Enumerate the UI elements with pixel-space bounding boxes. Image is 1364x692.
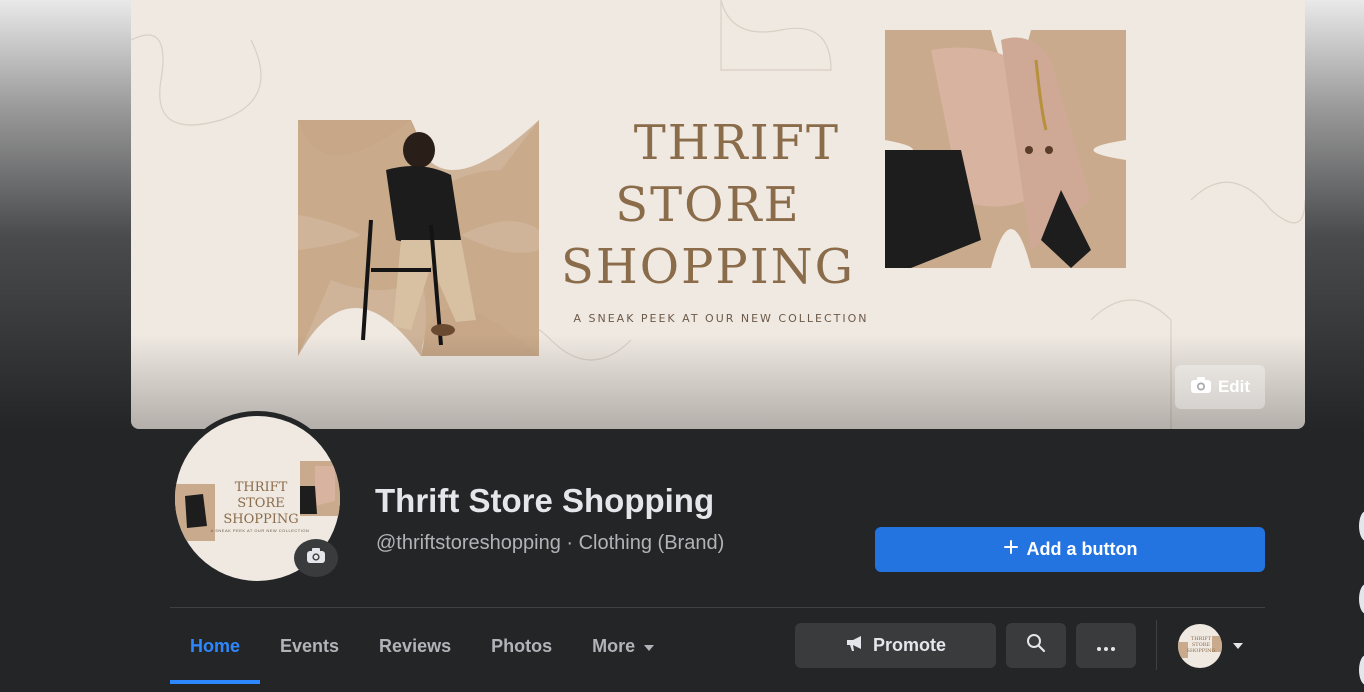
cover-title-line3: SHOPPING — [561, 239, 855, 295]
tab-events-label: Events — [280, 635, 340, 656]
cover-subtitle: A SNEAK PEEK AT OUR NEW COLLECTION — [573, 312, 869, 325]
search-icon — [1026, 633, 1046, 658]
tab-reviews-label: Reviews — [379, 635, 452, 656]
edit-cover-label: Edit — [1217, 377, 1251, 396]
tab-photos[interactable]: Photos — [471, 608, 572, 684]
promote-label: Promote — [872, 635, 946, 655]
tab-home[interactable]: Home — [170, 608, 261, 684]
mini-avatar: THRIFT STORE SHOPPING — [1178, 623, 1222, 668]
tab-home-label: Home — [190, 635, 241, 656]
update-profile-picture-button[interactable] — [294, 539, 338, 577]
mini-title-line3: SHOPPING — [1186, 647, 1216, 654]
caret-down-icon — [643, 636, 655, 657]
avatar-title: THRIFT STORE SHOPPING — [211, 480, 311, 528]
avatar-title-line2: STORE — [237, 496, 285, 511]
tab-more[interactable]: More — [572, 608, 675, 684]
caret-down-icon — [1232, 637, 1244, 655]
tab-events[interactable]: Events — [260, 608, 359, 684]
page-title: Thrift Store Shopping — [375, 482, 715, 519]
avatar-title-line1: THRIFT — [234, 480, 288, 495]
tab-more-label: More — [592, 635, 636, 656]
camera-icon — [306, 547, 326, 569]
cover-shade — [131, 334, 1305, 429]
more-dots-icon — [1097, 635, 1115, 656]
promote-button[interactable]: Promote — [795, 623, 996, 668]
add-a-button[interactable]: Add a button — [875, 527, 1265, 572]
avatar-subtitle: A SNEAK PEEK AT OUR NEW COLLECTION — [210, 528, 310, 533]
camera-icon — [1190, 376, 1212, 399]
more-options-button[interactable] — [1076, 623, 1136, 668]
tab-photos-label: Photos — [491, 635, 553, 656]
action-separator — [1156, 620, 1157, 670]
avatar-title-line3: SHOPPING — [223, 512, 299, 527]
page-tabs: Home Events Reviews Photos More — [170, 608, 675, 684]
mini-avatar-title: THRIFT STORE SHOPPING — [1184, 636, 1218, 654]
page-username-category: @thriftstoreshopping · Clothing (Brand) — [376, 532, 725, 554]
plus-icon — [1003, 539, 1019, 560]
switch-profile-button[interactable]: THRIFT STORE SHOPPING — [1178, 623, 1258, 668]
cover-photo[interactable]: THRIFT STORE SHOPPING A SNEAK PEEK AT OU… — [131, 0, 1305, 429]
search-button[interactable] — [1006, 623, 1066, 668]
cover-title: THRIFT STORE SHOPPING — [538, 112, 878, 298]
cover-title-line1: THRIFT — [633, 115, 840, 171]
megaphone-icon — [845, 634, 865, 657]
edit-cover-button[interactable]: Edit — [1175, 365, 1265, 409]
tab-reviews[interactable]: Reviews — [359, 608, 471, 684]
add-a-button-label: Add a button — [1026, 539, 1138, 559]
cover-title-line2: STORE — [615, 177, 801, 233]
